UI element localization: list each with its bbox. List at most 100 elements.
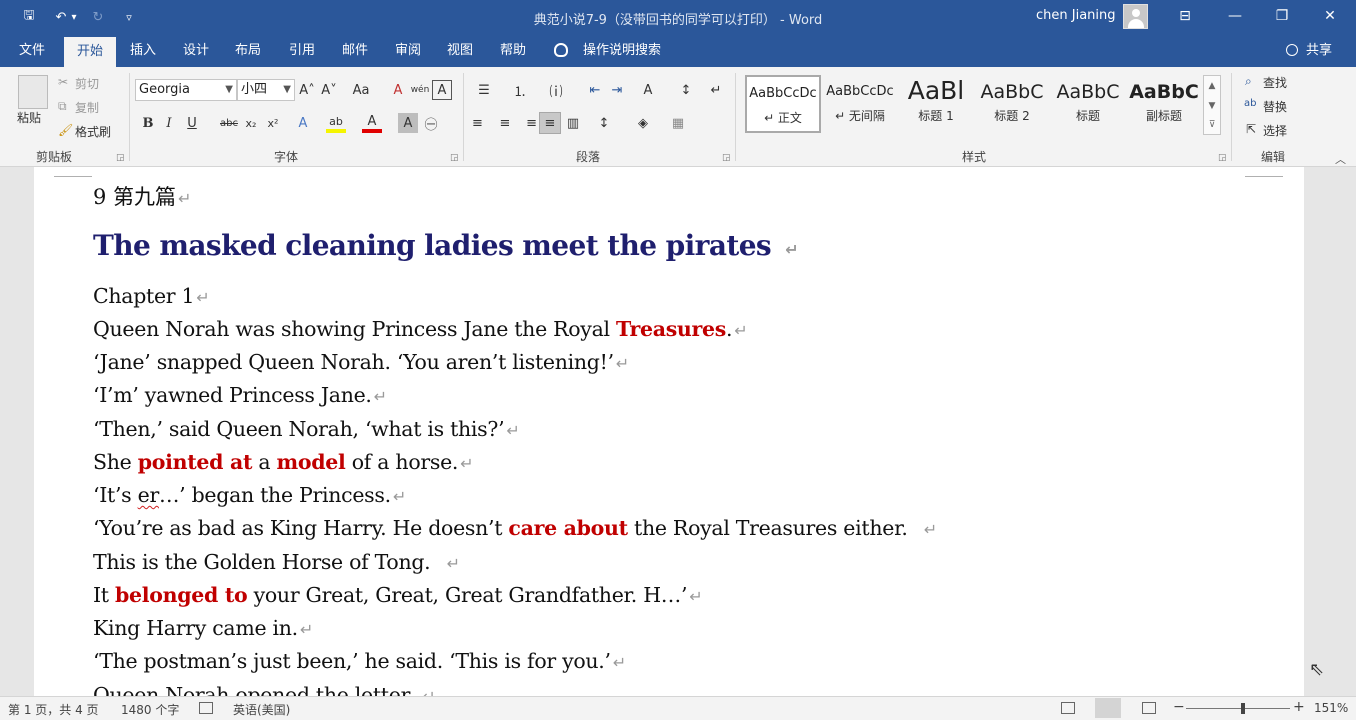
proofing-icon[interactable] <box>199 702 213 714</box>
align-left-icon[interactable]: ≡ <box>472 113 492 133</box>
bullets-icon[interactable]: ☰ <box>474 80 494 100</box>
save-icon[interactable]: 🖫 <box>18 6 40 28</box>
tab-file[interactable]: 文件 <box>13 35 51 67</box>
paragraph[interactable]: ‘I’m’ yawned Princess Jane. ↵ <box>93 381 387 411</box>
paragraph[interactable]: This is the Golden Horse of Tong. ↵ <box>93 548 460 578</box>
character-shading-icon[interactable]: A <box>398 113 418 133</box>
paste-icon[interactable] <box>18 75 48 109</box>
select-icon[interactable]: ⇱ <box>1246 122 1256 136</box>
chapter-heading[interactable]: Chapter 1 ↵ <box>93 282 210 312</box>
read-mode-icon[interactable] <box>1061 702 1075 714</box>
highlight-color-icon[interactable]: ab <box>326 113 346 133</box>
show-hide-marks-icon[interactable]: ↵ <box>706 80 726 100</box>
vertical-scrollbar[interactable] <box>1305 167 1356 696</box>
multilevel-list-icon[interactable]: ⒤ <box>546 80 566 100</box>
tab-view[interactable]: 视图 <box>441 35 479 67</box>
customize-qat-icon[interactable]: ▿ <box>118 6 140 28</box>
zoom-slider-thumb[interactable] <box>1241 703 1245 714</box>
cut-button[interactable]: 剪切 <box>75 75 99 92</box>
zoom-slider[interactable] <box>1186 708 1290 709</box>
tab-design[interactable]: 设计 <box>177 35 215 67</box>
print-layout-icon[interactable] <box>1095 698 1121 718</box>
language-indicator[interactable]: 英语(美国) <box>233 701 290 718</box>
tab-mailings[interactable]: 邮件 <box>336 35 374 67</box>
justify-icon[interactable]: ≡ <box>539 112 561 134</box>
zoom-out-button[interactable]: − <box>1173 699 1185 715</box>
tab-insert[interactable]: 插入 <box>124 35 162 67</box>
tell-me-search[interactable]: 操作说明搜索 <box>583 35 661 67</box>
paragraph[interactable]: ‘Then,’ said Queen Norah, ‘what is this?… <box>93 415 520 445</box>
borders-icon[interactable]: ▦ <box>668 113 688 133</box>
decrease-indent-icon[interactable]: ⇤ <box>585 80 605 100</box>
document-area[interactable]: 9 第九篇 ↵ The masked cleaning ladies meet t… <box>0 167 1356 696</box>
chevron-down-icon[interactable]: ▼ <box>1204 96 1220 116</box>
paste-button[interactable]: 粘贴 <box>17 109 41 126</box>
enclose-characters-icon[interactable]: ㊀ <box>421 113 441 133</box>
styles-launcher-icon[interactable]: ◲ <box>1218 153 1227 163</box>
character-border-icon[interactable]: A <box>432 80 452 100</box>
style-normal[interactable]: AaBbCcDc ↵ 正文 <box>745 75 821 133</box>
sort-icon[interactable]: ↕ <box>676 80 696 100</box>
cut-icon[interactable]: ✂ <box>58 75 68 89</box>
bold-icon[interactable]: B <box>138 113 158 133</box>
underline-icon[interactable]: U <box>182 113 202 133</box>
text-effects-icon[interactable]: A <box>293 113 313 133</box>
document-title[interactable]: The masked cleaning ladies meet the pira… <box>93 226 798 270</box>
format-painter-icon[interactable]: 🖌 <box>58 123 73 137</box>
format-painter-button[interactable]: 格式刷 <box>75 123 111 140</box>
zoom-level[interactable]: 151% <box>1314 701 1348 715</box>
page-count[interactable]: 第 1 页，共 4 页 <box>8 701 99 718</box>
word-count[interactable]: 1480 个字 <box>121 701 179 718</box>
paragraph[interactable]: ‘Jane’ snapped Queen Norah. ‘You aren’t … <box>93 348 629 378</box>
style-heading-2[interactable]: AaBbC 标题 2 <box>974 75 1050 133</box>
superscript-icon[interactable]: x² <box>263 113 283 133</box>
user-name[interactable]: chen Jianing <box>1036 8 1116 23</box>
align-right-icon[interactable]: ≡ <box>517 113 537 133</box>
paragraph[interactable]: She pointed at a model of a horse. ↵ <box>93 448 474 478</box>
paragraph[interactable]: Queen Norah opened the letter. ↵ <box>93 681 436 696</box>
clear-formatting-icon[interactable]: A <box>388 80 408 100</box>
select-button[interactable]: 选择 <box>1263 122 1287 139</box>
subscript-icon[interactable]: x₂ <box>241 113 261 133</box>
chevron-up-icon[interactable]: ▲ <box>1204 76 1220 96</box>
font-launcher-icon[interactable]: ◲ <box>450 153 459 163</box>
paragraph[interactable]: ‘It’s er…’ began the Princess. ↵ <box>93 481 406 511</box>
zoom-in-button[interactable]: + <box>1293 699 1305 715</box>
tab-help[interactable]: 帮助 <box>494 35 532 67</box>
font-size-combo[interactable]: 小四 ▼ <box>237 79 295 101</box>
paragraph[interactable]: ‘You’re as bad as King Harry. He doesn’t… <box>93 514 937 544</box>
collapse-ribbon-icon[interactable]: ︿ <box>1335 151 1346 167</box>
chinese-layout-icon[interactable]: A <box>638 80 658 100</box>
tab-review[interactable]: 审阅 <box>389 35 427 67</box>
line-spacing-icon[interactable]: ↕ <box>594 113 614 133</box>
clipboard-launcher-icon[interactable]: ◲ <box>116 153 125 163</box>
copy-icon[interactable]: ⧉ <box>58 99 67 114</box>
paragraph[interactable]: ‘The postman’s just been,’ he said. ‘Thi… <box>93 647 626 677</box>
minimize-icon[interactable]: — <box>1220 4 1250 28</box>
document-page[interactable]: 9 第九篇 ↵ The masked cleaning ladies meet t… <box>34 167 1304 696</box>
avatar[interactable] <box>1123 4 1148 29</box>
strikethrough-icon[interactable]: abc <box>218 113 240 133</box>
change-case-icon[interactable]: Aa <box>346 80 376 100</box>
undo-dropdown-icon[interactable]: ▾ <box>68 6 80 28</box>
more-styles-icon[interactable]: ⊽ <box>1204 116 1220 134</box>
replace-button[interactable]: 替换 <box>1263 98 1287 115</box>
paragraph-launcher-icon[interactable]: ◲ <box>722 153 731 163</box>
style-title[interactable]: AaBbC 标题 <box>1050 75 1126 133</box>
font-color-icon[interactable]: A <box>362 113 382 133</box>
styles-gallery-scroll[interactable]: ▲ ▼ ⊽ <box>1203 75 1221 135</box>
paragraph[interactable]: Queen Norah was showing Princess Jane th… <box>93 315 748 345</box>
paragraph[interactable]: It belonged to your Great, Great, Great … <box>93 581 703 611</box>
section-heading[interactable]: 9 第九篇 ↵ <box>93 182 191 214</box>
copy-button[interactable]: 复制 <box>75 99 99 116</box>
style-subtitle[interactable]: AaBbC 副标题 <box>1126 75 1202 133</box>
distributed-icon[interactable]: ▥ <box>563 113 583 133</box>
paragraph[interactable]: King Harry came in. ↵ <box>93 614 313 644</box>
numbering-icon[interactable]: ⒈ <box>510 80 530 100</box>
web-layout-icon[interactable] <box>1142 702 1156 714</box>
font-name-combo[interactable]: Georgia ▼ <box>135 79 237 101</box>
find-button[interactable]: 查找 <box>1263 74 1287 91</box>
style-heading-1[interactable]: AaBl 标题 1 <box>898 75 974 133</box>
share-button[interactable]: 共享 <box>1306 35 1332 67</box>
phonetic-guide-icon[interactable]: wén <box>410 80 430 100</box>
